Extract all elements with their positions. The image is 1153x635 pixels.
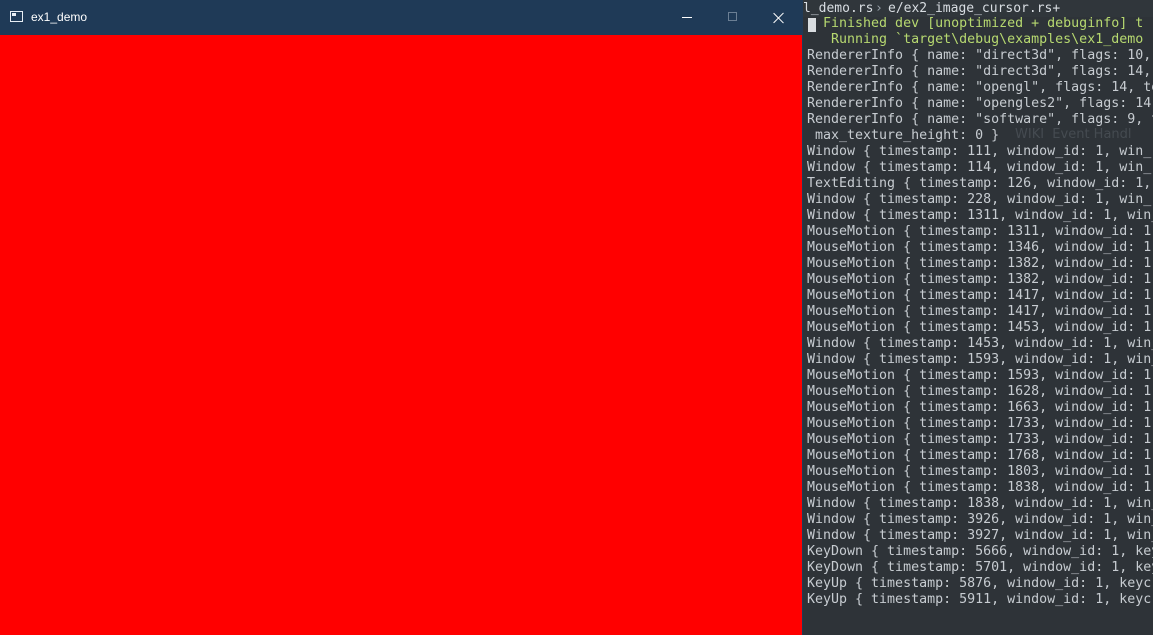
terminal-line: MouseMotion { timestamp: 1838, window_id… — [807, 480, 1152, 495]
terminal-window[interactable]: l_demo.rs › e/ex2_image_cursor.rs+ WIKI … — [800, 0, 1153, 635]
terminal-line: Window { timestamp: 3927, window_id: 1, … — [807, 528, 1153, 543]
terminal-tab-demo[interactable]: l_demo.rs — [803, 0, 873, 17]
terminal-line: MouseMotion { timestamp: 1803, window_id… — [807, 464, 1152, 479]
terminal-line: KeyUp { timestamp: 5876, window_id: 1, k… — [807, 576, 1152, 591]
terminal-line: MouseMotion { timestamp: 1311, window_id… — [807, 224, 1152, 239]
app-window[interactable]: ex1_demo — [0, 0, 803, 635]
minimize-button[interactable] — [664, 0, 710, 35]
terminal-output: Finished dev [unoptimized + debuginfo] t… — [807, 16, 1153, 608]
tab-separator-icon: › — [875, 1, 883, 16]
terminal-line: TextEditing { timestamp: 126, window_id:… — [807, 176, 1152, 191]
terminal-line: KeyDown { timestamp: 5701, window_id: 1,… — [807, 560, 1153, 575]
terminal-line: MouseMotion { timestamp: 1346, window_id… — [807, 240, 1152, 255]
terminal-line: Window { timestamp: 1311, window_id: 1, … — [807, 208, 1153, 223]
terminal-line: Window { timestamp: 1838, window_id: 1, … — [807, 496, 1153, 511]
terminal-line: RendererInfo { name: "direct3d", flags: … — [807, 48, 1152, 63]
window-app-icon — [10, 11, 23, 22]
maximize-icon — [728, 12, 737, 21]
minimize-icon — [682, 17, 692, 18]
terminal-line: Running `target\debug\examples\ex1_demo — [807, 32, 1144, 47]
terminal-line: MouseMotion { timestamp: 1417, window_id… — [807, 288, 1152, 303]
terminal-line: Window { timestamp: 1453, window_id: 1, … — [807, 336, 1153, 351]
terminal-line: MouseMotion { timestamp: 1733, window_id… — [807, 416, 1152, 431]
terminal-line: RendererInfo { name: "opengl", flags: 14… — [807, 80, 1153, 95]
terminal-tab-image-cursor[interactable]: e/ex2_image_cursor.rs+ — [888, 0, 1060, 17]
terminal-line: max_texture_height: 0 } — [807, 128, 1000, 143]
terminal-line: MouseMotion { timestamp: 1768, window_id… — [807, 448, 1152, 463]
terminal-line: Window { timestamp: 1593, window_id: 1, … — [807, 352, 1153, 367]
terminal-line: Finished dev [unoptimized + debuginfo] t — [807, 16, 1144, 31]
terminal-line: KeyUp { timestamp: 5911, window_id: 1, k… — [807, 592, 1152, 607]
terminal-line: MouseMotion { timestamp: 1453, window_id… — [807, 320, 1152, 335]
terminal-line: RendererInfo { name: "software", flags: … — [807, 112, 1153, 127]
terminal-line: KeyDown { timestamp: 5666, window_id: 1,… — [807, 544, 1153, 559]
terminal-line: RendererInfo { name: "direct3d", flags: … — [807, 64, 1152, 79]
terminal-line: MouseMotion { timestamp: 1733, window_id… — [807, 432, 1152, 447]
terminal-line: Window { timestamp: 114, window_id: 1, w… — [807, 160, 1152, 175]
terminal-line: Window { timestamp: 228, window_id: 1, w… — [807, 192, 1152, 207]
title-bar[interactable]: ex1_demo — [0, 0, 802, 35]
terminal-tab-bar: l_demo.rs › e/ex2_image_cursor.rs+ — [800, 0, 1153, 17]
terminal-line: MouseMotion { timestamp: 1382, window_id… — [807, 256, 1152, 271]
close-icon — [773, 12, 784, 23]
terminal-line: MouseMotion { timestamp: 1663, window_id… — [807, 400, 1152, 415]
terminal-line: Window { timestamp: 111, window_id: 1, w… — [807, 144, 1152, 159]
close-button[interactable] — [756, 0, 802, 35]
terminal-line: RendererInfo { name: "opengles2", flags:… — [807, 96, 1153, 111]
terminal-line: Window { timestamp: 3926, window_id: 1, … — [807, 512, 1153, 527]
terminal-line: MouseMotion { timestamp: 1417, window_id… — [807, 304, 1152, 319]
render-canvas[interactable] — [0, 35, 802, 635]
terminal-line: MouseMotion { timestamp: 1593, window_id… — [807, 368, 1152, 383]
terminal-line: MouseMotion { timestamp: 1628, window_id… — [807, 384, 1152, 399]
maximize-button[interactable] — [710, 0, 756, 35]
window-title: ex1_demo — [31, 10, 88, 24]
terminal-line: MouseMotion { timestamp: 1382, window_id… — [807, 272, 1152, 287]
